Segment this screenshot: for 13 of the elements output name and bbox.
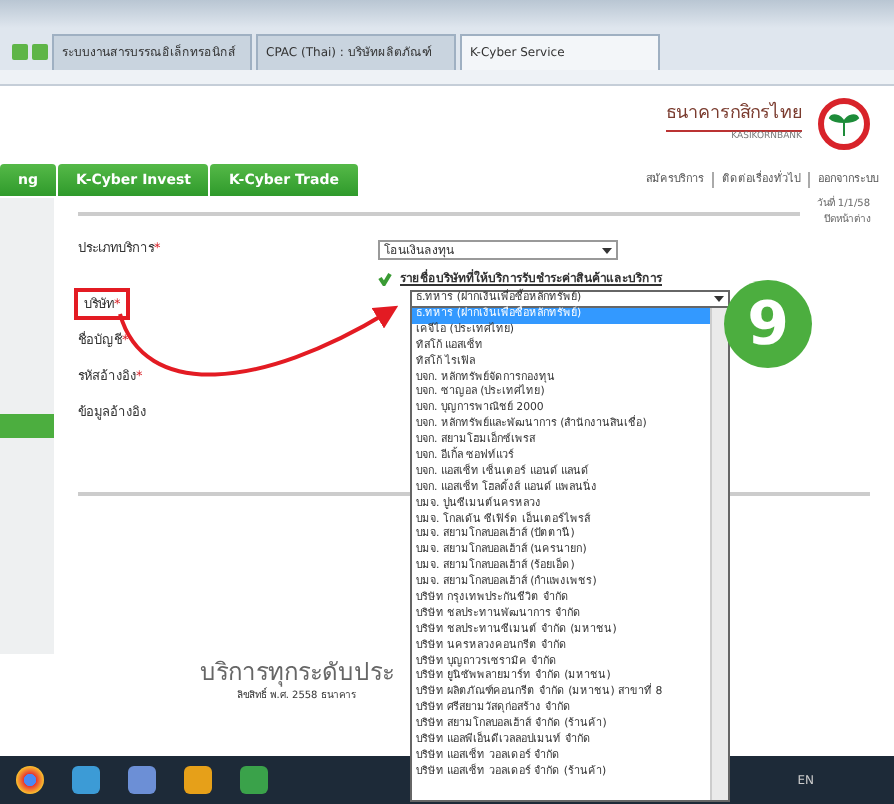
- step-badge: 9: [724, 280, 812, 368]
- check-icon: [378, 271, 392, 285]
- spreadsheet-icon[interactable]: [240, 766, 268, 794]
- caret-icon: [602, 247, 612, 253]
- app-icon[interactable]: [72, 766, 100, 794]
- browser-icon[interactable]: [16, 766, 44, 794]
- caret-icon: [714, 296, 724, 302]
- slogan: บริการทุกระดับประ: [200, 656, 394, 687]
- app-icon[interactable]: [128, 766, 156, 794]
- app-icon[interactable]: [184, 766, 212, 794]
- bank-name: ธนาคารกสิกรไทย: [666, 102, 802, 132]
- scrollbar[interactable]: [710, 308, 728, 800]
- logo-icon: [818, 98, 870, 150]
